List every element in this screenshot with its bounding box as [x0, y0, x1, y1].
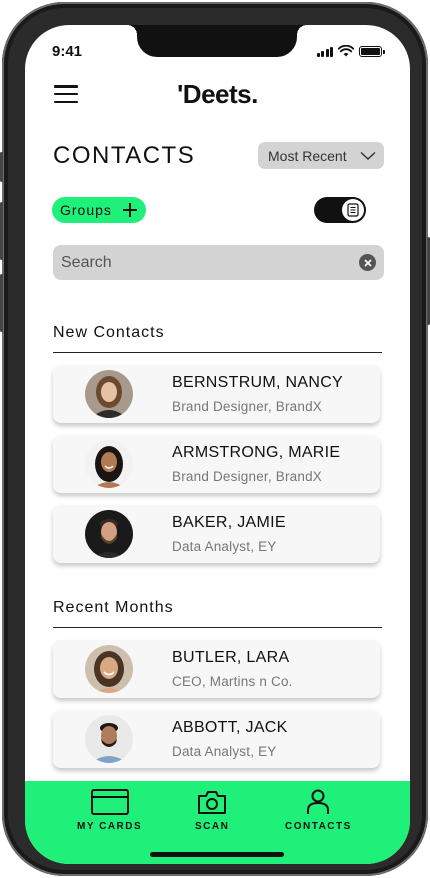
contact-name: BERNSTRUM, NANCY [172, 374, 344, 391]
contact-role: Data Analyst, EY [172, 744, 277, 759]
avatar [85, 645, 133, 693]
card-icon [90, 789, 129, 815]
nav-label: CONTACTS [285, 821, 352, 832]
contact-name: ARMSTRONG, MARIE [172, 444, 341, 461]
app-logo: 'Deets. [177, 79, 258, 109]
bottom-nav: MY CARDS SCAN CONTACTS [25, 781, 410, 864]
volume-up-button [0, 202, 3, 260]
contact-role: Data Analyst, EY [172, 539, 277, 554]
plus-icon [123, 203, 137, 217]
nav-my-cards[interactable]: MY CARDS [77, 789, 142, 832]
contact-name: BAKER, JAMIE [172, 514, 286, 531]
notch [127, 25, 307, 57]
nav-scan[interactable]: SCAN [195, 789, 229, 832]
section-divider [53, 627, 382, 628]
contact-role: CEO, Martins n Co. [172, 674, 293, 689]
sort-dropdown[interactable]: Most Recent [258, 142, 384, 169]
contact-name: BUTLER, LARA [172, 649, 290, 666]
battery-icon [359, 45, 385, 57]
contact-role: Brand Designer, BrandX [172, 399, 322, 414]
search-input[interactable] [53, 245, 384, 280]
home-indicator [150, 852, 284, 857]
nav-contacts[interactable]: CONTACTS [285, 789, 352, 832]
contact-name: ABBOTT, JACK [172, 719, 288, 736]
mute-switch [0, 152, 3, 182]
camera-icon [198, 791, 227, 814]
toggle-knob [342, 199, 364, 221]
section-title-new-contacts: New Contacts [53, 324, 165, 341]
search-box [53, 245, 384, 280]
nav-label: MY CARDS [77, 821, 143, 832]
volume-down-button [0, 274, 3, 332]
contact-card[interactable]: BUTLER, LARA CEO, Martins n Co. [53, 640, 380, 698]
nav-label: SCAN [195, 821, 230, 832]
contact-card[interactable]: ARMSTRONG, MARIE Brand Designer, BrandX [53, 435, 380, 493]
list-icon [347, 203, 359, 217]
wifi-icon [338, 45, 354, 57]
avatar [85, 370, 133, 418]
clear-icon [363, 258, 372, 267]
groups-button-label: Groups [60, 202, 112, 218]
avatar [85, 510, 133, 558]
phone-frame: 9:41 'Deets. CONTACTS Most Recent Groups [0, 2, 430, 876]
section-title-recent-months: Recent Months [53, 599, 174, 616]
screen: 9:41 'Deets. CONTACTS Most Recent Groups [25, 25, 410, 864]
clear-search-button[interactable] [359, 254, 376, 271]
status-time: 9:41 [52, 43, 83, 60]
contact-card[interactable]: ABBOTT, JACK Data Analyst, EY [53, 710, 380, 768]
sort-dropdown-value: Most Recent [268, 147, 347, 164]
page-title: CONTACTS [53, 142, 196, 169]
groups-button[interactable]: Groups [52, 197, 146, 223]
contact-card[interactable]: BAKER, JAMIE Data Analyst, EY [53, 505, 380, 563]
avatar [85, 715, 133, 763]
chevron-down-icon [360, 151, 376, 161]
signal-icon [316, 46, 333, 57]
avatar [85, 440, 133, 488]
person-icon [307, 789, 330, 814]
view-toggle[interactable] [314, 197, 366, 223]
contact-role: Brand Designer, BrandX [172, 469, 322, 484]
contact-card[interactable]: BERNSTRUM, NANCY Brand Designer, BrandX [53, 365, 380, 423]
section-divider [53, 352, 382, 353]
status-icons [316, 45, 385, 57]
